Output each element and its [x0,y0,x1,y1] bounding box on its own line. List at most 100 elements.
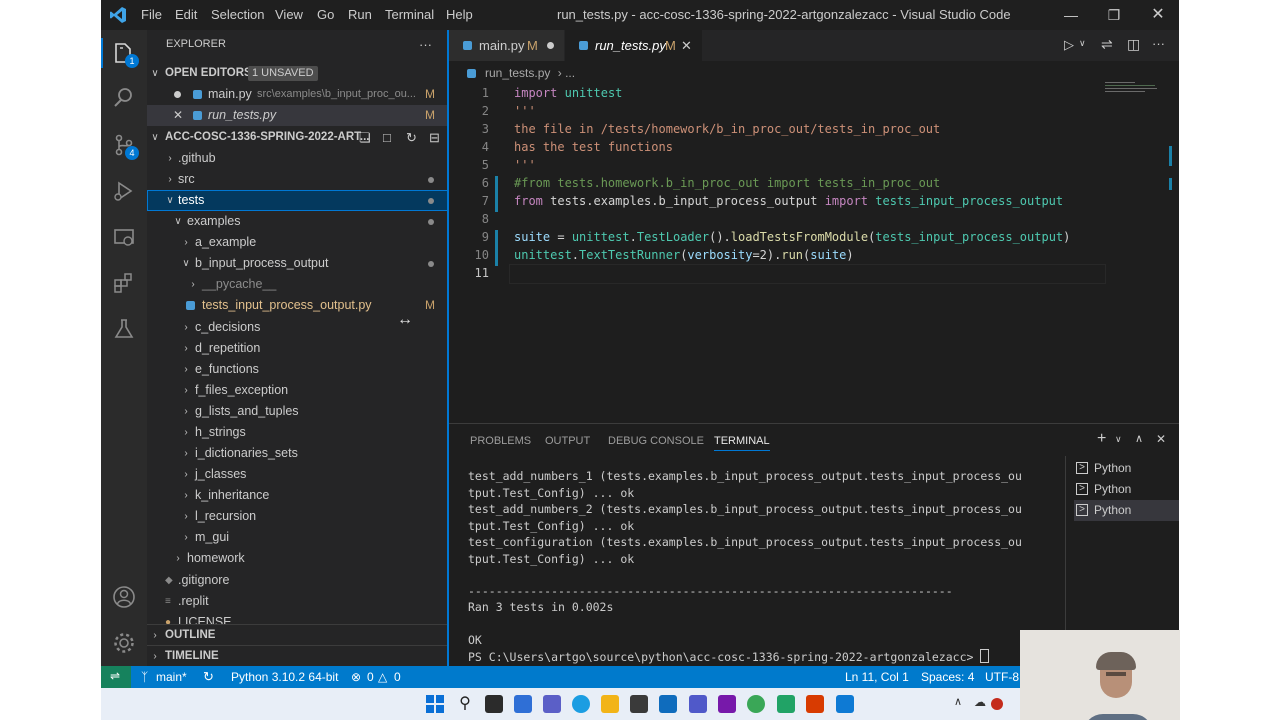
tree-item-e-functions[interactable]: › e_functions [147,359,449,380]
timeline-section[interactable]: › TIMELINE [147,645,449,666]
search-icon[interactable] [111,85,137,111]
more-actions-icon[interactable]: ··· [419,34,432,55]
new-file-icon[interactable]: ❏ [359,127,371,148]
run-file-icon[interactable]: ▷ [1064,37,1074,53]
collapse-all-icon[interactable]: ⊟ [429,127,440,148]
breadcrumb-file[interactable]: run_tests.py [485,66,550,80]
sync-icon[interactable]: ↻ [203,669,214,685]
tree-item-tests[interactable]: ∨ tests [147,190,449,211]
warning-count[interactable]: 0 [394,670,401,684]
tray-chevron-icon[interactable]: ∧ [949,695,967,713]
tab-main-py[interactable]: main.py M [449,30,564,61]
tree-item-replit[interactable]: ≡ .replit [147,591,449,612]
tree-item-a-example[interactable]: › a_example [147,232,449,253]
task-view-icon[interactable] [485,695,503,713]
tree-item-l-recursion[interactable]: › l_recursion [147,506,449,527]
tab-output[interactable]: OUTPUT [545,435,590,447]
tree-item-gitignore[interactable]: ◆ .gitignore [147,570,449,591]
search-taskbar-icon[interactable]: ⚲ [456,695,474,713]
restore-icon[interactable]: ❐ [1104,5,1124,25]
refresh-icon[interactable]: ↻ [406,127,417,148]
compare-icon[interactable]: ⇌ [1101,36,1113,53]
python-interpreter[interactable]: Python 3.10.2 64-bit [231,670,338,684]
open-editor-main-py[interactable]: main.py src\examples\b_input_proc_ou... … [147,84,449,105]
tree-item-g-lists-and-tuples[interactable]: › g_lists_and_tuples [147,401,449,422]
red-app-icon[interactable] [806,695,824,713]
tree-item-i-dictionaries-sets[interactable]: › i_dictionaries_sets [147,443,449,464]
tree-item-github[interactable]: › .github [147,148,449,169]
maximize-panel-icon[interactable]: ∧ [1135,432,1143,445]
close-tab-icon[interactable]: ✕ [681,30,692,61]
tree-item-j-classes[interactable]: › j_classes [147,464,449,485]
terminal-list-item[interactable]: > Python [1074,458,1179,479]
tree-item-license[interactable]: ● LICENSE [147,612,449,624]
new-terminal-icon[interactable]: + [1097,430,1106,448]
menu-selection[interactable]: Selection [211,7,264,22]
chrome-icon[interactable] [747,695,765,713]
green-app-icon[interactable] [777,695,795,713]
settings-gear-icon[interactable] [111,630,137,656]
tree-item-pycache[interactable]: › __pycache__ [147,274,449,295]
encoding[interactable]: UTF-8 [985,670,1019,684]
menu-edit[interactable]: Edit [175,7,197,22]
edge-icon[interactable] [572,695,590,713]
accounts-icon[interactable] [111,584,137,610]
tree-item-h-strings[interactable]: › h_strings [147,422,449,443]
chat-icon[interactable] [543,695,561,713]
terminal-dropdown-icon[interactable]: ∨ [1115,434,1122,445]
tray-app-icon[interactable] [991,698,1003,710]
run-dropdown-icon[interactable]: ∨ [1079,38,1086,49]
menu-terminal[interactable]: Terminal [385,7,434,22]
cursor-position[interactable]: Ln 11, Col 1 [845,670,909,684]
tree-item-k-inheritance[interactable]: › k_inheritance [147,485,449,506]
run-debug-icon[interactable] [111,178,137,204]
extensions-icon[interactable] [111,270,137,296]
start-icon[interactable] [426,695,444,713]
menu-go[interactable]: Go [317,7,334,22]
tab-problems[interactable]: PROBLEMS [470,435,531,447]
workspace-header[interactable]: ∨ ACC-COSC-1336-SPRING-2022-ART... ❏ □ ↻… [147,127,449,148]
open-editors-header[interactable]: ∨ OPEN EDITORS 1 UNSAVED [147,63,449,84]
tree-item-src[interactable]: › src [147,169,449,190]
network-icon[interactable]: ☁ [971,695,989,713]
testing-icon[interactable] [111,316,137,342]
mail-icon[interactable] [659,695,677,713]
remote-indicator[interactable]: ⇌ [101,666,131,688]
menu-view[interactable]: View [275,7,303,22]
editor-more-icon[interactable]: ··· [1152,36,1165,51]
remote-explorer-icon[interactable] [111,225,137,251]
explorer-icon[interactable]: 1 [111,40,139,68]
terminal-list-item[interactable]: > Python [1074,500,1179,521]
minimap[interactable] [1105,76,1163,101]
close-editor-icon[interactable]: ✕ [173,105,183,126]
tree-item-m-gui[interactable]: › m_gui [147,527,449,548]
tab-terminal[interactable]: TERMINAL [714,435,770,451]
store-icon[interactable] [630,695,648,713]
tab-run-tests[interactable]: run_tests.py M ✕ [565,30,702,61]
split-editor-icon[interactable]: ◫ [1127,36,1140,53]
menu-file[interactable]: File [141,7,162,22]
code-editor[interactable]: run_tests.py › ... 1 2 3 4 5 6 7 8 9 10 … [449,61,1179,423]
tree-item-homework[interactable]: › homework [147,548,449,569]
indentation[interactable]: Spaces: 4 [921,670,974,684]
outline-section[interactable]: › OUTLINE [147,624,449,646]
minimize-icon[interactable]: — [1061,5,1081,25]
error-count[interactable]: 0 [367,670,374,684]
new-folder-icon[interactable]: □ [383,127,391,148]
tree-item-b-input-process-output[interactable]: ∨ b_input_process_output [147,253,449,274]
tree-item-d-repetition[interactable]: › d_repetition [147,338,449,359]
terminal-prompt[interactable]: PS C:\Users\artgo\source\python\acc-cosc… [468,649,990,664]
source-control-icon[interactable]: 4 [111,132,139,160]
file-explorer-icon[interactable] [601,695,619,713]
close-panel-icon[interactable]: ✕ [1156,432,1166,446]
close-window-icon[interactable]: ✕ [1148,5,1168,25]
unsaved-dot-icon[interactable] [174,91,181,98]
open-editor-run-tests[interactable]: ✕ run_tests.py M [147,105,449,126]
onenote-icon[interactable] [718,695,736,713]
breadcrumb-rest[interactable]: ... [565,66,575,80]
terminal-list-item[interactable]: > Python [1074,479,1179,500]
tab-debug-console[interactable]: DEBUG CONSOLE [608,435,704,447]
teams-icon[interactable] [689,695,707,713]
tree-item-f-files-exception[interactable]: › f_files_exception [147,380,449,401]
tree-item-examples[interactable]: ∨ examples [147,211,449,232]
